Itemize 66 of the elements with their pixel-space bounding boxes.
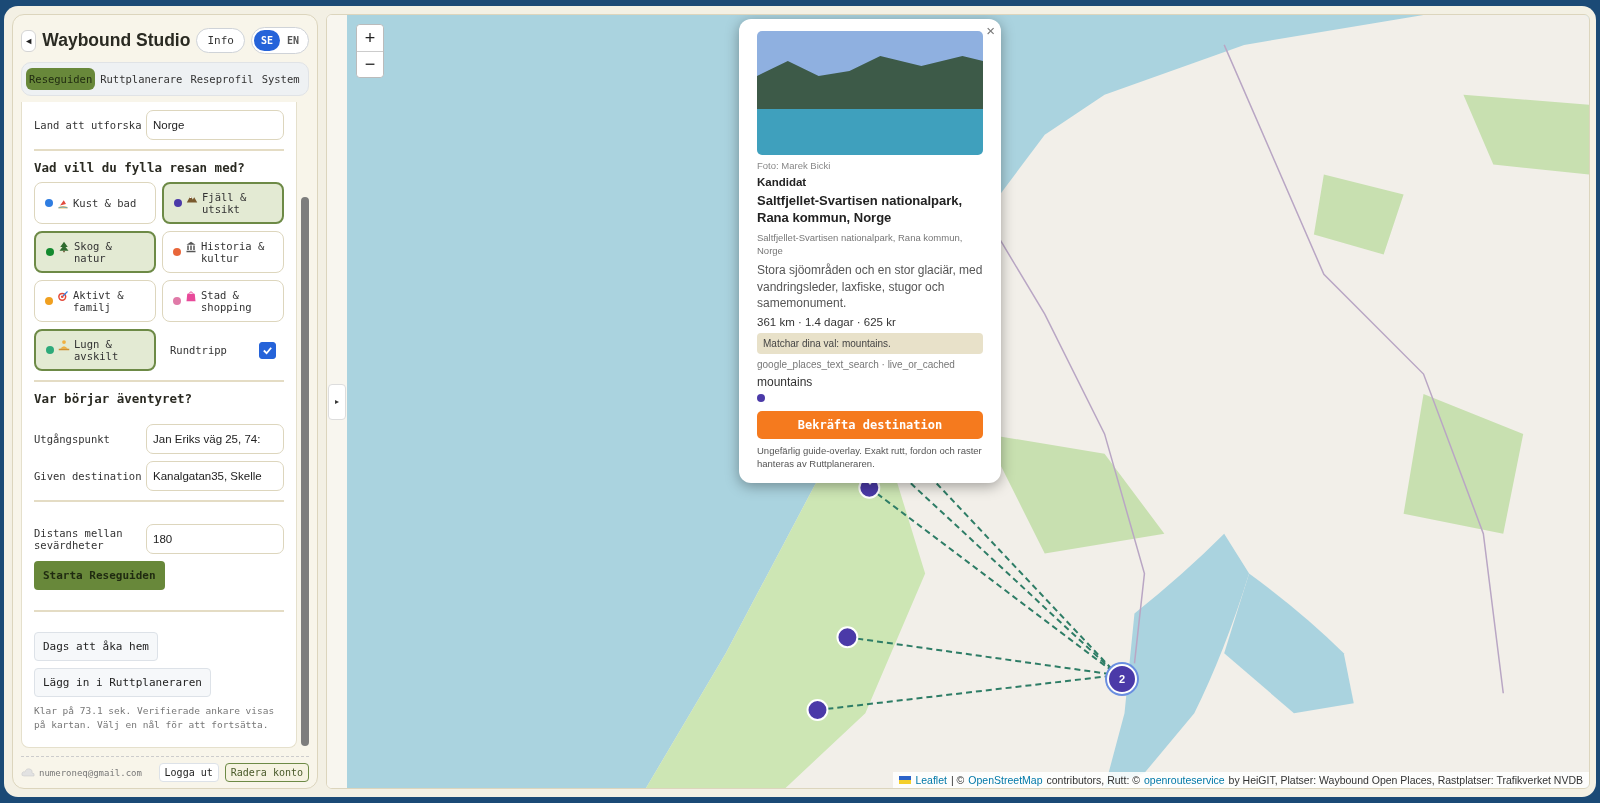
interest-icon [58,339,70,351]
status-text: Klar på 73.1 sek. Verifierade ankare visas på kartan. Välj en nål för att fortsätta. [34,704,276,732]
section-heading: Vad vill du fylla resan med? [34,160,246,175]
interest-icon [185,290,197,302]
trip-stats: 361 km · 1.4 dagar · 625 kr [757,315,897,328]
interest-chip[interactable]: Fjäll & utsikt [162,182,284,224]
start-field[interactable]: Jan Eriks väg 25, 74: [146,424,284,454]
attribution-link[interactable]: Leaflet [915,774,947,786]
place-status: Kandidat [757,176,808,188]
place-title: Saltfjellet-Svartisen nationalpark, Rana kommun, Norge [757,193,964,227]
language-option[interactable]: EN [279,30,306,51]
tab[interactable]: Reseprofil [187,68,257,90]
round-trip-checkbox[interactable] [259,341,276,359]
map-pin[interactable] [806,699,829,721]
tab[interactable]: Reseguiden [26,68,96,90]
interest-chip[interactable]: Historia & kultur [162,231,284,273]
scrollbar-thumb[interactable] [301,197,309,746]
start-button[interactable]: Starta Reseguiden [34,561,165,590]
info-button[interactable]: Info [196,28,245,53]
account-email: numeroneq@gmail.com [39,767,142,778]
distance-field[interactable]: 180 [146,524,284,554]
attribution-text: by HeiGIT, Platser: Waybound Open Places, Rastplatser: Trafikverket NVDB [1228,774,1583,786]
interest-icon [185,241,197,253]
attribution-text: | © [950,774,965,786]
tab[interactable]: Ruttplanerare [97,68,186,90]
field-label: Utgångspunkt [34,433,111,445]
action-button[interactable]: Lägg in i Ruttplaneraren [34,668,211,697]
interest-icon [58,241,70,253]
destination-field[interactable]: Kanalgatan35, Skelle [146,461,284,491]
match-note: Matchar dina val: mountains. [757,332,983,354]
panel-handle[interactable]: ▸ [328,383,346,420]
language-option[interactable]: SE [253,30,280,51]
flag-icon [899,776,912,784]
tab[interactable]: System [258,68,303,90]
popup-note: Ungefärlig guide-overlay. Exakt rutt, fordon och raster hanteras av Ruttplaneraren. [757,443,983,471]
attribution-link[interactable]: OpenStreetMap [968,774,1043,786]
zoom-out-button[interactable]: − [357,51,383,77]
cluster-marker[interactable]: 2 [1107,664,1137,694]
map-pin[interactable] [836,626,859,649]
photo-credit: Foto: Marek Bicki [757,160,832,171]
interest-chip[interactable]: Stad & shopping [162,280,284,322]
interest-chip[interactable]: Skog & natur [34,231,156,273]
country-field[interactable]: Norge [146,110,284,140]
interest-chip[interactable]: Kust & bad [34,182,156,224]
close-button[interactable]: × [986,22,995,39]
field-label: Given destination [34,470,143,482]
round-trip-label: Rundtripp [170,344,227,356]
field-label: Distans mellan sevärdheter [34,527,124,551]
interest-chip[interactable]: Lugn & avskilt [34,329,156,371]
logout-button[interactable]: Logga ut [158,763,219,782]
action-button[interactable]: Dags att åka hem [34,632,158,661]
attribution-link[interactable]: openrouteservice [1144,774,1225,786]
collapse-button[interactable]: ◄ [21,29,37,52]
category-tag: mountains [757,374,983,389]
attribution-text: contributors, Rutt: © [1046,774,1140,786]
section-heading: Var börjar äventyret? [34,391,194,406]
cloud-icon [21,768,35,777]
interest-chip[interactable]: Aktivt & familj [34,280,156,322]
interest-icon [57,290,69,302]
checkmark-icon [262,344,273,356]
field-label: Land att utforska [34,119,143,131]
data-source: google_places_text_search · live_or_cached [757,358,956,370]
app-title: Waybound Studio [42,30,191,51]
place-address: Saltfjellet-Svartisen nationalpark, Rana kommun, Norge [757,231,964,258]
delete-account-button[interactable]: Radera konto [224,763,309,782]
place-description: Stora sjöområden och en stor glaciär, med vandringsleder, laxfiske, stugor och samemonument. [757,262,983,311]
